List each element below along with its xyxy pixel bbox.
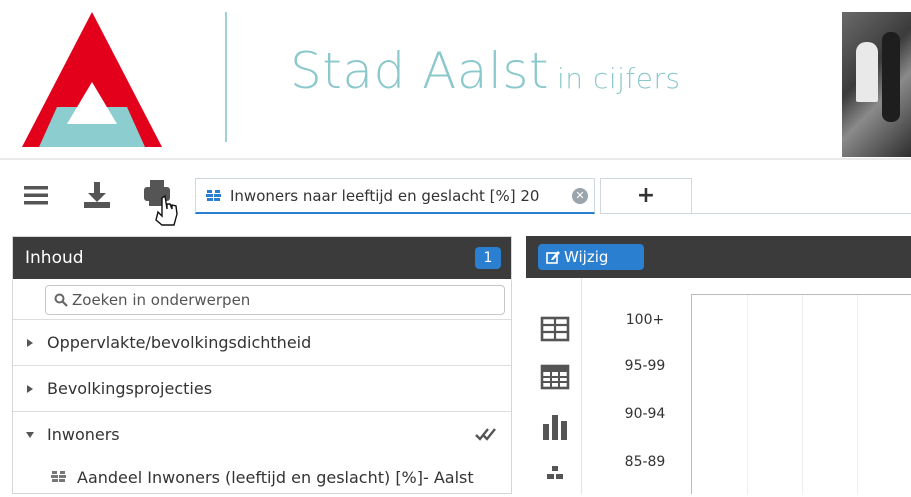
- chart-panel-header: Wijzig: [526, 236, 911, 278]
- stad-aalst-logo[interactable]: [22, 12, 162, 147]
- topic-label: Oppervlakte/bevolkingsdichtheid: [47, 333, 312, 352]
- topic-item-oppervlakte[interactable]: Oppervlakte/bevolkingsdichtheid: [13, 319, 511, 365]
- header-separator: [0, 158, 911, 160]
- table-icon[interactable]: [540, 314, 570, 344]
- population-icon: [51, 471, 66, 482]
- topic-item-inwoners[interactable]: Inwoners: [13, 411, 511, 457]
- topic-label: Inwoners: [47, 425, 120, 444]
- population-icon: [206, 189, 221, 201]
- site-title: Stad Aalst in cijfers: [290, 42, 681, 100]
- photo-person: [882, 32, 900, 122]
- tab-label: Inwoners naar leeftijd en geslacht [%] 2…: [230, 186, 540, 205]
- caret-right-icon: [27, 338, 33, 347]
- caret-right-icon: [27, 384, 33, 393]
- y-axis-tick-label: 90-94: [624, 406, 666, 422]
- edit-button[interactable]: Wijzig: [538, 244, 644, 270]
- content-panel: Inhoud 1 Zoeken in onderwerpen Oppervlak…: [12, 236, 512, 494]
- header-divider: [225, 12, 227, 142]
- hamburger-menu-icon[interactable]: [20, 178, 54, 212]
- print-icon[interactable]: [140, 176, 184, 226]
- edit-icon: [546, 251, 560, 264]
- caret-down-icon: [26, 431, 34, 438]
- y-axis-tick-label: 95-99: [624, 358, 666, 374]
- chart-plot-area[interactable]: [691, 294, 911, 495]
- population-pyramid-icon[interactable]: [540, 462, 570, 492]
- site-header: Stad Aalst in cijfers: [0, 0, 911, 160]
- search-input[interactable]: Zoeken in onderwerpen: [45, 285, 505, 315]
- topic-item-bevolkingsprojecties[interactable]: Bevolkingsprojecties: [13, 365, 511, 411]
- content-panel-title: Inhoud: [25, 248, 84, 268]
- gridline: [802, 295, 803, 495]
- gridline: [747, 295, 748, 495]
- site-title-main: Stad Aalst: [290, 42, 550, 100]
- site-title-sub: in cijfers: [557, 62, 681, 95]
- chart-panel: Wijzig 100+ 95-99 90-94 85-89: [526, 236, 911, 495]
- subtopic-item-aandeel-inwoners[interactable]: Aandeel Inwoners (leeftijd en geslacht) …: [13, 457, 511, 497]
- photo-person: [856, 42, 878, 102]
- edit-button-label: Wijzig: [564, 248, 609, 266]
- gridline: [857, 295, 858, 495]
- topic-label: Bevolkingsprojecties: [47, 379, 213, 398]
- search-placeholder: Zoeken in onderwerpen: [72, 291, 251, 309]
- double-check-icon[interactable]: [475, 426, 497, 442]
- download-icon[interactable]: [80, 178, 114, 212]
- subtopic-label: Aandeel Inwoners (leeftijd en geslacht) …: [77, 467, 474, 487]
- close-tab-icon[interactable]: ✕: [572, 188, 588, 204]
- search-icon: [54, 293, 68, 307]
- header-photo: [842, 12, 911, 157]
- add-tab-button[interactable]: +: [600, 178, 692, 214]
- y-axis-tick-label: 100+: [625, 312, 665, 328]
- view-switcher: [526, 278, 582, 494]
- y-axis-tick-label: 85-89: [624, 454, 666, 470]
- tab-inwoners[interactable]: Inwoners naar leeftijd en geslacht [%] 2…: [195, 178, 595, 214]
- grid-table-icon[interactable]: [540, 362, 570, 392]
- bar-chart-icon[interactable]: [540, 412, 570, 442]
- selection-count-badge[interactable]: 1: [475, 247, 501, 269]
- tab-bar-line: [692, 213, 911, 214]
- content-panel-header: Inhoud 1: [13, 237, 511, 279]
